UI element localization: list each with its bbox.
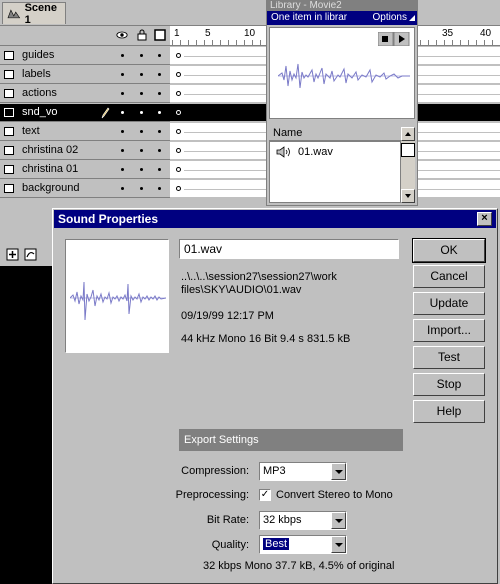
- arrow-down-icon: [405, 194, 411, 198]
- eye-icon[interactable]: [116, 29, 128, 41]
- arrow-up-icon: [405, 132, 411, 136]
- layer-tools: [0, 244, 52, 266]
- waveform-preview: [65, 239, 169, 353]
- lock-icon[interactable]: [136, 29, 148, 41]
- stop-button[interactable]: Stop: [413, 373, 485, 396]
- library-list: 01.wav: [269, 141, 401, 203]
- ok-button[interactable]: OK: [412, 238, 486, 263]
- layer-icon: [4, 108, 14, 117]
- quality-label: Quality:: [211, 539, 249, 551]
- bitrate-label: Bit Rate:: [206, 514, 249, 526]
- update-button[interactable]: Update: [413, 292, 485, 315]
- layer-row-guides[interactable]: guides: [0, 47, 170, 65]
- layer-row-snd-vo[interactable]: snd_vo: [0, 104, 170, 122]
- layer-row-labels[interactable]: labels: [0, 66, 170, 84]
- layer-icon: [4, 70, 14, 79]
- dialog-title: Sound Properties ×: [54, 210, 496, 228]
- layer-icon: [4, 127, 14, 136]
- close-button[interactable]: ×: [477, 212, 492, 226]
- library-status: One item in librar: [271, 12, 348, 23]
- layer-row-christina-01[interactable]: christina 01: [0, 161, 170, 179]
- layer-row-background[interactable]: background: [0, 180, 170, 198]
- help-button[interactable]: Help: [413, 400, 485, 423]
- convert-stereo-checkbox[interactable]: ✓: [259, 489, 271, 501]
- scene-icon: [7, 8, 21, 18]
- timeline-header: [0, 26, 170, 46]
- library-options-menu[interactable]: Options: [373, 12, 407, 23]
- cancel-button[interactable]: Cancel: [413, 265, 485, 288]
- file-path-line2: files\SKY\AUDIO\01.wav: [181, 284, 302, 296]
- layer-name: actions: [22, 87, 57, 99]
- library-status-bar: One item in librar Options: [267, 11, 417, 25]
- options-arrow-icon[interactable]: [409, 15, 415, 21]
- dialog-title-text: Sound Properties: [58, 212, 159, 226]
- file-format-info: 44 kHz Mono 16 Bit 9.4 s 831.5 kB: [181, 333, 351, 345]
- outline-square-icon[interactable]: [154, 29, 166, 41]
- compression-select[interactable]: MP3: [259, 462, 347, 481]
- preprocessing-label: Preprocessing:: [175, 489, 249, 501]
- library-list-header[interactable]: Name: [269, 127, 401, 141]
- layer-icon: [4, 146, 14, 155]
- library-window-title: Library - Movie2: [267, 1, 417, 11]
- sound-properties-dialog: Sound Properties × 01.wav ..\..\..\sessi…: [52, 208, 498, 584]
- export-summary: 32 kbps Mono 37.7 kB, 4.5% of original: [203, 560, 395, 572]
- ruler-number: 1: [174, 28, 180, 39]
- layer-icon: [4, 89, 14, 98]
- playback-controls[interactable]: [378, 32, 410, 46]
- scene-tab[interactable]: Scene 1: [2, 1, 66, 26]
- chevron-down-icon[interactable]: [331, 463, 346, 480]
- timeline: 1 5 10 35 40 guides labels actions snd_v…: [0, 26, 500, 206]
- speaker-icon: [276, 146, 290, 158]
- scroll-thumb[interactable]: [401, 143, 415, 157]
- layer-name: background: [22, 182, 80, 194]
- layer-name: snd_vo: [22, 106, 58, 118]
- library-panel: Library - Movie2 One item in librar Opti…: [266, 0, 418, 206]
- layer-icon: [4, 51, 14, 60]
- layer-icon: [4, 165, 14, 174]
- import-button[interactable]: Import...: [413, 319, 485, 342]
- layer-name: christina 02: [22, 144, 79, 156]
- convert-stereo-label: Convert Stereo to Mono: [276, 489, 393, 501]
- file-path-line1: ..\..\..\session27\session27\work: [181, 271, 337, 283]
- add-guide-layer-icon[interactable]: [24, 248, 37, 261]
- layer-row-actions[interactable]: actions: [0, 85, 170, 103]
- layer-name: labels: [22, 68, 51, 80]
- library-preview: [269, 27, 415, 119]
- add-layer-icon[interactable]: [6, 248, 19, 261]
- stage-area: [0, 266, 52, 584]
- layer-name: christina 01: [22, 163, 79, 175]
- library-item-name: 01.wav: [298, 146, 333, 158]
- layer-row-text[interactable]: text: [0, 123, 170, 141]
- pencil-icon: [101, 107, 110, 119]
- quality-select[interactable]: Best: [259, 535, 347, 554]
- scene-bar: Scene 1: [0, 0, 500, 26]
- chevron-down-icon[interactable]: [331, 512, 346, 529]
- file-date: 09/19/99 12:17 PM: [181, 310, 274, 322]
- ruler-number: 35: [442, 28, 454, 39]
- layer-name: text: [22, 125, 40, 137]
- bitrate-value: 32 kbps: [263, 514, 302, 526]
- layer-row-christina-02[interactable]: christina 02: [0, 142, 170, 160]
- sound-name-input[interactable]: 01.wav: [179, 239, 399, 259]
- test-button[interactable]: Test: [413, 346, 485, 369]
- layer-icon: [4, 184, 14, 193]
- export-settings-header: Export Settings: [179, 429, 403, 451]
- ruler-number: 5: [205, 28, 211, 39]
- dialog-waveform: [70, 281, 166, 321]
- compression-label: Compression:: [181, 465, 249, 477]
- chevron-down-icon[interactable]: [331, 536, 346, 553]
- library-waveform: [278, 63, 410, 89]
- scroll-down-button[interactable]: [401, 189, 415, 203]
- layer-name: guides: [22, 49, 55, 61]
- ruler-number: 40: [480, 28, 492, 39]
- compression-value: MP3: [263, 465, 286, 477]
- scene-tab-label: Scene 1: [24, 1, 58, 26]
- quality-value: Best: [263, 538, 290, 550]
- library-scrollbar[interactable]: [401, 127, 415, 203]
- library-item[interactable]: 01.wav: [276, 146, 333, 158]
- ruler-number: 10: [244, 28, 256, 39]
- bitrate-select[interactable]: 32 kbps: [259, 511, 347, 530]
- stop-icon: [382, 36, 388, 42]
- scroll-up-button[interactable]: [401, 127, 415, 141]
